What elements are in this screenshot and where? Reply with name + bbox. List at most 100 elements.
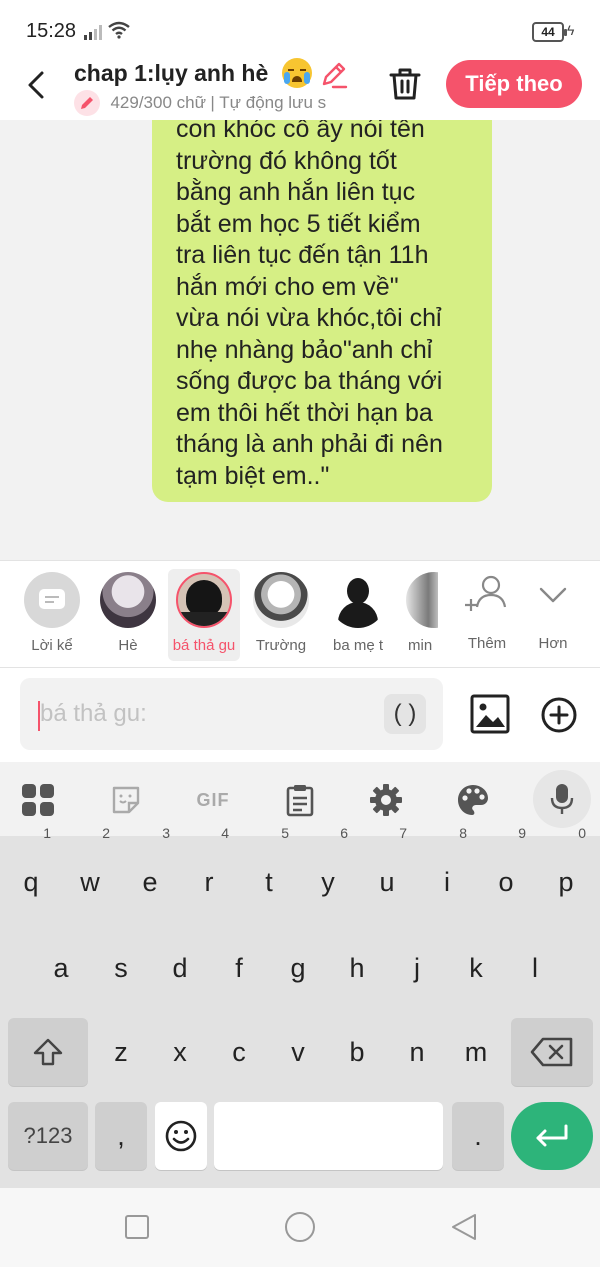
shift-icon	[33, 1038, 63, 1066]
chapter-title[interactable]: chap 1:lụy anh hè	[74, 60, 268, 87]
key-p[interactable]: 0p	[540, 826, 592, 916]
key-k[interactable]: k	[450, 934, 502, 1002]
character-label: Hè	[118, 637, 138, 654]
word-count: 429/300 chữ	[110, 93, 206, 112]
key-c[interactable]: c	[213, 1018, 265, 1086]
character-label: min	[408, 637, 433, 654]
emoji-key[interactable]	[155, 1102, 207, 1170]
add-icon[interactable]	[540, 696, 578, 734]
key-h[interactable]: h	[331, 934, 383, 1002]
keyboard-toolbar: GIF	[0, 762, 600, 836]
key-t[interactable]: 5t	[243, 826, 295, 916]
add-character-button[interactable]: Thêm	[452, 573, 522, 661]
character-bar: Lời kể Hè bá thả gu Trường ba mẹ t min T…	[0, 560, 600, 668]
key-v[interactable]: v	[272, 1018, 324, 1086]
backspace-icon	[530, 1037, 573, 1067]
key-a[interactable]: a	[35, 934, 87, 1002]
space-key[interactable]	[214, 1102, 443, 1170]
symbols-key[interactable]: ?123	[8, 1102, 88, 1170]
add-character-label: Thêm	[467, 635, 507, 652]
character-label: bá thả gu	[172, 637, 236, 654]
text-caret	[38, 701, 40, 731]
status-bar: 15:28 44 ϟ	[0, 0, 600, 58]
character-truong[interactable]: Trường	[245, 569, 317, 661]
character-ba-tha-gu[interactable]: bá thả gu	[168, 569, 240, 661]
more-characters-button[interactable]: Hơn	[518, 573, 588, 661]
key-d[interactable]: d	[154, 934, 206, 1002]
parentheses-button[interactable]: ( )	[384, 694, 426, 734]
chevron-down-icon	[539, 587, 567, 603]
character-label: ba mẹ t	[332, 637, 384, 654]
recents-button[interactable]	[125, 1215, 149, 1239]
back-button[interactable]	[20, 64, 56, 104]
key-u[interactable]: 7u	[361, 826, 413, 916]
key-y[interactable]: 6y	[302, 826, 354, 916]
microphone-icon[interactable]	[533, 770, 591, 828]
character-label: Lời kể	[31, 637, 73, 654]
battery-icon: 44	[532, 22, 567, 42]
key-o[interactable]: 9o	[480, 826, 532, 916]
edit-title-button[interactable]	[318, 58, 350, 90]
avatar	[253, 572, 309, 628]
character-ba-me[interactable]: ba mẹ t	[322, 569, 394, 661]
key-z[interactable]: z	[95, 1018, 147, 1086]
character-label: Trường	[255, 637, 307, 654]
sticker-icon[interactable]	[106, 780, 146, 820]
character-narrator[interactable]: Lời kể	[16, 569, 88, 661]
key-l[interactable]: l	[509, 934, 561, 1002]
key-j[interactable]: j	[391, 934, 443, 1002]
crying-face-icon	[282, 58, 312, 88]
key-i[interactable]: 8i	[421, 826, 473, 916]
key-r[interactable]: 4r	[183, 826, 235, 916]
backspace-key[interactable]	[511, 1018, 593, 1086]
status-time: 15:28	[26, 20, 77, 42]
key-x[interactable]: x	[154, 1018, 206, 1086]
smiley-icon	[165, 1120, 197, 1152]
message-input[interactable]	[20, 678, 443, 750]
pencil-icon	[74, 90, 100, 116]
key-e[interactable]: 3e	[124, 826, 176, 916]
avatar	[330, 572, 386, 628]
apps-grid-icon[interactable]	[18, 780, 58, 820]
narrator-icon	[24, 572, 80, 628]
avatar	[176, 572, 232, 628]
home-button[interactable]	[285, 1212, 315, 1242]
key-w[interactable]: 2w	[64, 826, 116, 916]
key-n[interactable]: n	[391, 1018, 443, 1086]
gear-icon[interactable]	[366, 780, 406, 820]
wifi-icon	[108, 21, 130, 44]
avatar	[406, 572, 438, 628]
next-button[interactable]: Tiếp theo	[446, 60, 582, 108]
system-nav-bar	[0, 1188, 600, 1267]
autosave-status: | Tự động lưu s	[210, 93, 327, 112]
character-min[interactable]: min	[398, 569, 438, 661]
keyboard: 1q 2w 3e 4r 5t 6y 7u 8i 9o 0p a s d f g …	[0, 826, 600, 1188]
signal-icon	[84, 24, 104, 45]
more-characters-label: Hơn	[538, 635, 568, 652]
character-he[interactable]: Hè	[92, 569, 164, 661]
add-user-icon	[465, 575, 507, 611]
clipboard-icon[interactable]	[280, 780, 320, 820]
shift-key[interactable]	[8, 1018, 88, 1086]
key-s[interactable]: s	[95, 934, 147, 1002]
key-f[interactable]: f	[213, 934, 265, 1002]
period-key[interactable]: .	[452, 1102, 504, 1170]
image-icon[interactable]	[470, 694, 510, 734]
editor-header: chap 1:lụy anh hè 429/300 chữ | Tự động …	[0, 58, 600, 120]
key-q[interactable]: 1q	[5, 826, 57, 916]
gif-icon[interactable]: GIF	[193, 780, 233, 820]
charging-icon: ϟ	[567, 22, 575, 38]
palette-icon[interactable]	[453, 780, 493, 820]
message-bubble[interactable]: con khóc cô ấy nói tên trường đó không t…	[152, 120, 492, 502]
enter-key[interactable]	[511, 1102, 593, 1170]
composer: ( )	[0, 668, 600, 762]
key-m[interactable]: m	[450, 1018, 502, 1086]
comma-key[interactable]: ,	[95, 1102, 147, 1170]
key-g[interactable]: g	[272, 934, 324, 1002]
nav-back-button[interactable]	[450, 1212, 478, 1247]
delete-button[interactable]	[386, 64, 424, 104]
enter-icon	[536, 1124, 568, 1147]
message-text: con khóc cô ấy nói tên trường đó không t…	[176, 120, 443, 490]
story-chat-area[interactable]: con khóc cô ấy nói tên trường đó không t…	[0, 120, 600, 560]
key-b[interactable]: b	[331, 1018, 383, 1086]
